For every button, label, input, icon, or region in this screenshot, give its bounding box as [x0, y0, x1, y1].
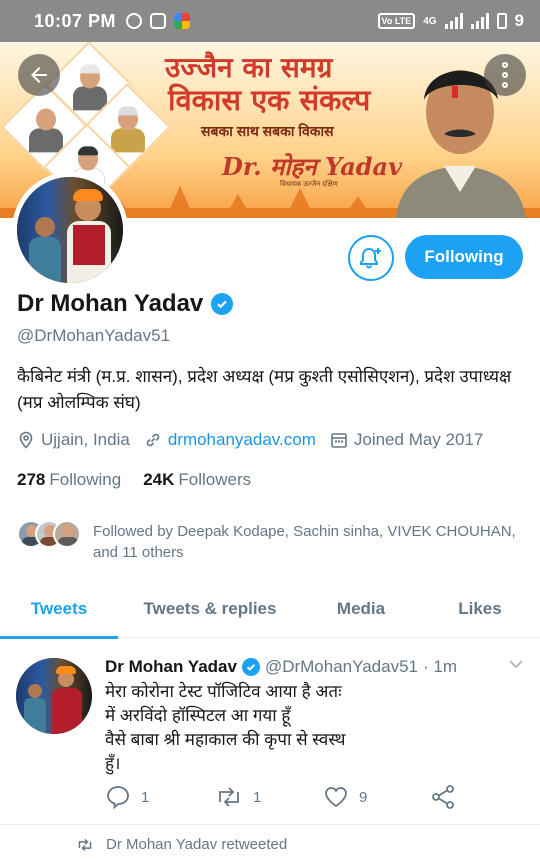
tweet-author-handle: @DrMohanYadav51 — [264, 656, 418, 676]
profile-stats: 278 Following 24K Followers — [17, 470, 251, 490]
banner-signature: Dr. मोहन Yadav — [222, 152, 403, 181]
tab-tweets[interactable]: Tweets — [0, 580, 118, 639]
reply-count: 1 — [141, 788, 150, 806]
following-stat[interactable]: 278 Following — [17, 470, 121, 490]
verified-badge-icon — [241, 657, 260, 676]
banner-signature-caption: विधायक उज्जैन दक्षिण — [280, 181, 338, 188]
retweet-count: 1 — [253, 788, 262, 806]
back-button[interactable] — [18, 54, 60, 96]
location-pin-icon — [19, 431, 33, 449]
link-icon — [146, 433, 160, 447]
reply-icon — [107, 786, 129, 810]
back-arrow-icon — [31, 67, 47, 83]
network-type: 4G — [423, 15, 437, 27]
tweet-timestamp: · 1m — [422, 656, 457, 676]
profile-website-link[interactable]: drmohanyadav.com — [168, 430, 316, 450]
retweeted-label: Dr Mohan Yadav retweeted — [106, 836, 288, 853]
verified-badge-icon — [211, 293, 234, 315]
profile-handle: @DrMohanYadav51 — [17, 326, 171, 345]
like-button[interactable]: 9 — [323, 784, 367, 810]
status-time: 10:07 PM — [34, 10, 117, 31]
profile-meta: Ujjain, India drmohanyadav.com Joined Ma… — [17, 430, 497, 450]
share-icon — [432, 785, 454, 809]
followed-by-text[interactable]: Followed by Deepak Kodape, Sachin sinha,… — [93, 521, 523, 563]
status-bar: 10:07 PM Vo LTE 4G 9 — [0, 0, 540, 42]
like-heart-icon — [325, 787, 347, 808]
banner-tagline: सबका साथ सबका विकास — [201, 123, 334, 139]
retweeted-indicator: Dr Mohan Yadav retweeted — [76, 836, 287, 853]
signal-2-icon — [470, 13, 489, 29]
like-count: 9 — [359, 788, 368, 806]
follower-avatar — [53, 520, 81, 548]
tweet-text: मेरा कोरोना टेस्ट पॉजिटिव आया है अतः में… — [105, 682, 346, 773]
calendar-icon — [331, 433, 347, 448]
tweet-author-avatar[interactable] — [16, 658, 92, 734]
retweet-icon — [219, 787, 239, 807]
tab-tweets-and-replies[interactable]: Tweets & replies — [118, 580, 302, 638]
followed-by-avatars[interactable] — [17, 520, 81, 548]
retweet-button[interactable]: 1 — [215, 784, 261, 810]
photos-app-icon — [174, 13, 191, 29]
gallery-notification-icon — [150, 13, 167, 29]
tweet-divider — [0, 824, 540, 825]
tweet-header: Dr Mohan Yadav @DrMohanYadav51 · 1m — [105, 655, 525, 678]
banner-title-line2: विकास एक संकल्प — [168, 83, 371, 117]
tweet-menu-button[interactable] — [507, 655, 525, 678]
profile-tabs: Tweets Tweets & replies Media Likes — [0, 580, 540, 639]
profile-name-row: Dr Mohan Yadav — [17, 290, 234, 318]
retweet-icon — [78, 838, 92, 851]
alarm-icon — [126, 13, 143, 29]
tab-media[interactable]: Media — [302, 580, 420, 638]
tweet-actions: 1 1 9 — [105, 784, 465, 812]
tweet-author-name[interactable]: Dr Mohan Yadav — [105, 657, 237, 677]
tab-likes[interactable]: Likes — [420, 580, 540, 638]
profile-bio: कैबिनेट मंत्री (म.प्र. शासन), प्रदेश अध्… — [17, 367, 512, 412]
volte-badge: Vo LTE — [377, 13, 416, 29]
battery-level: 9 — [514, 11, 524, 30]
reply-button[interactable]: 1 — [105, 784, 149, 810]
followers-stat[interactable]: 24K Followers — [143, 470, 251, 490]
profile-avatar[interactable] — [12, 172, 128, 288]
profile-location: Ujjain, India — [41, 430, 130, 449]
following-button[interactable]: Following — [405, 235, 523, 279]
profile-joined-date: Joined May 2017 — [353, 430, 484, 449]
battery-icon — [496, 13, 507, 29]
more-options-icon — [502, 62, 508, 68]
share-button[interactable] — [430, 784, 456, 810]
profile-name: Dr Mohan Yadav — [17, 290, 204, 317]
chevron-down-icon — [509, 660, 523, 669]
signal-icon — [444, 13, 463, 29]
notification-bell-icon — [360, 247, 381, 269]
more-options-button[interactable] — [484, 54, 526, 96]
notification-toggle-button[interactable] — [348, 235, 394, 281]
